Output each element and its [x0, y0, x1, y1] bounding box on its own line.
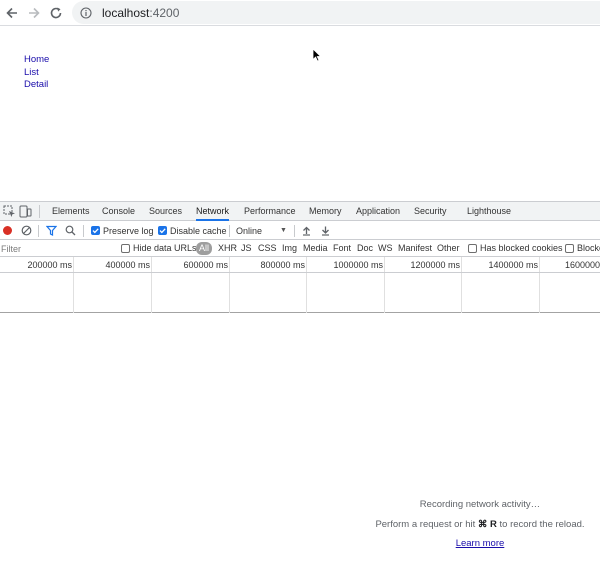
timeline-tick: 200000 ms	[27, 260, 72, 270]
timeline-tick: 600000 ms	[183, 260, 228, 270]
learn-more-link[interactable]: Learn more	[360, 538, 600, 549]
timeline-tick: 1000000 ms	[333, 260, 383, 270]
has-blocked-cookies-checkbox[interactable]	[468, 244, 477, 253]
tab-network[interactable]: Network	[196, 202, 230, 221]
import-har-icon[interactable]	[301, 225, 312, 236]
timeline-tick: 800000 ms	[260, 260, 305, 270]
nav-link-home[interactable]: Home	[24, 54, 49, 67]
chevron-down-icon: ▼	[280, 227, 287, 234]
page-nav: Home List Detail	[24, 54, 49, 92]
throttling-select[interactable]: Online	[236, 222, 262, 240]
forward-arrow-icon	[29, 7, 40, 19]
timeline-tick: 400000 ms	[105, 260, 150, 270]
inspect-element-icon[interactable]	[3, 205, 16, 218]
tab-application[interactable]: Application	[356, 202, 400, 221]
devtools-panel: Elements Console Sources Network Perform…	[0, 201, 600, 585]
hide-data-urls-label: Hide data URLs	[133, 243, 197, 253]
blocked-requests-label: Blocke	[577, 243, 600, 253]
type-filter-css[interactable]: CSS	[257, 242, 278, 255]
toolbar-separator	[83, 225, 84, 237]
blocked-requests-checkbox[interactable]	[565, 244, 574, 253]
network-overview-timeline[interactable]: 200000 ms 400000 ms 600000 ms 800000 ms …	[0, 257, 600, 313]
forward-button[interactable]	[24, 3, 44, 23]
type-filter-font[interactable]: Font	[332, 242, 352, 255]
export-har-icon[interactable]	[320, 225, 331, 236]
tab-security[interactable]: Security	[414, 202, 447, 221]
tab-sources[interactable]: Sources	[149, 202, 182, 221]
filter-bar: Hide data URLs All XHR JS CSS Img Media …	[0, 240, 600, 257]
nav-link-list[interactable]: List	[24, 67, 49, 80]
info-icon[interactable]	[80, 6, 92, 19]
toolbar-separator	[229, 225, 230, 237]
timeline-tick: 1200000 ms	[410, 260, 460, 270]
reload-hint-text: Perform a request or hit ⌘ R to record t…	[360, 519, 600, 530]
type-filter-ws[interactable]: WS	[377, 242, 394, 255]
timeline-tick: 1400000 ms	[488, 260, 538, 270]
type-filter-js[interactable]: JS	[240, 242, 253, 255]
url-host: localhost	[102, 5, 150, 20]
mouse-cursor-icon	[312, 48, 322, 62]
reload-icon	[50, 7, 62, 19]
back-button[interactable]	[2, 3, 22, 23]
disable-cache-checkbox[interactable]	[158, 226, 167, 235]
type-filter-other[interactable]: Other	[436, 242, 461, 255]
recording-status-text: Recording network activity…	[419, 499, 541, 510]
reload-hint-prefix: Perform a request or hit	[375, 519, 478, 530]
tab-performance[interactable]: Performance	[244, 202, 296, 221]
clear-icon[interactable]	[21, 225, 32, 236]
type-filter-media[interactable]: Media	[302, 242, 329, 255]
timeline-tick: 1600000	[564, 260, 600, 270]
hide-data-urls-checkbox[interactable]	[121, 244, 130, 253]
preserve-log-checkbox[interactable]	[91, 226, 100, 235]
disable-cache-label: Disable cache	[170, 226, 227, 236]
timeline-header: 200000 ms 400000 ms 600000 ms 800000 ms …	[0, 257, 600, 273]
devtools-tab-bar: Elements Console Sources Network Perform…	[0, 202, 600, 221]
tab-lighthouse[interactable]: Lighthouse	[467, 202, 511, 221]
type-filter-img[interactable]: Img	[281, 242, 298, 255]
checkmark-icon	[92, 228, 99, 234]
tab-memory[interactable]: Memory	[309, 202, 342, 221]
type-filter-manifest[interactable]: Manifest	[397, 242, 433, 255]
reload-hint-suffix: to record the reload.	[496, 519, 585, 530]
type-filter-all[interactable]: All	[196, 242, 213, 255]
toolbar-separator	[294, 225, 295, 237]
filter-icon[interactable]	[46, 225, 57, 236]
type-filter-xhr[interactable]: XHR	[217, 242, 238, 255]
record-icon[interactable]	[2, 225, 13, 236]
back-arrow-icon	[6, 7, 17, 19]
address-bar[interactable]: localhost:4200	[72, 1, 600, 24]
url-port: :4200	[149, 5, 180, 20]
tab-elements[interactable]: Elements	[52, 202, 90, 221]
type-filter-doc[interactable]: Doc	[356, 242, 374, 255]
filter-input[interactable]	[0, 241, 112, 256]
toolbar-separator	[38, 225, 39, 237]
tab-console[interactable]: Console	[102, 202, 135, 221]
device-toolbar-icon[interactable]	[19, 205, 32, 218]
preserve-log-label: Preserve log	[103, 226, 154, 236]
search-icon[interactable]	[65, 225, 76, 236]
browser-toolbar: localhost:4200	[0, 0, 600, 26]
network-toolbar: Preserve log Disable cache Online ▼	[0, 222, 600, 240]
reload-shortcut: ⌘ R	[477, 519, 497, 530]
reload-button[interactable]	[46, 3, 66, 23]
tab-separator	[39, 205, 40, 218]
checkmark-icon	[159, 228, 166, 234]
nav-link-detail[interactable]: Detail	[24, 79, 49, 92]
has-blocked-cookies-label: Has blocked cookies	[480, 243, 563, 253]
